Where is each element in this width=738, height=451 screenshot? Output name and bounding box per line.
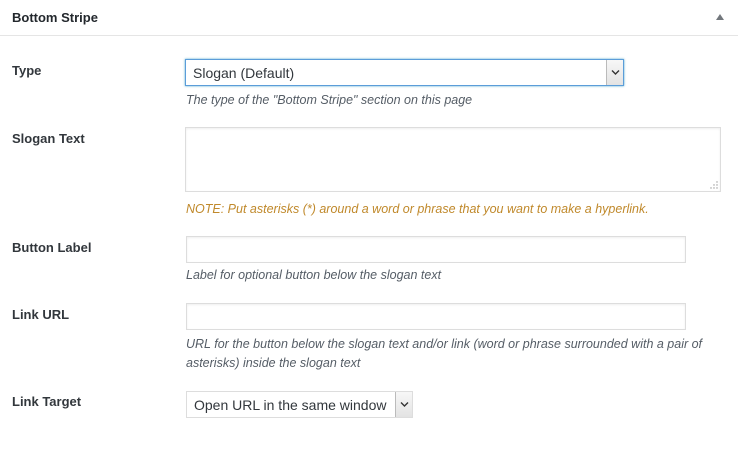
link-url-input[interactable] [186,303,686,330]
bottom-stripe-metabox: Bottom Stripe Type Slogan (Default) The … [0,0,738,451]
link-url-description-line2: asterisks) inside the slogan text [186,356,361,370]
button-label-input[interactable] [186,236,686,263]
type-select[interactable]: Slogan (Default) [185,59,624,86]
button-label-description: Label for optional button below the slog… [186,268,442,282]
slogan-text-note: NOTE: Put asterisks (*) around a word or… [186,202,649,216]
link-target-select[interactable]: Open URL in the same window [186,391,413,418]
link-url-label: Link URL [12,307,70,322]
link-url-description-line1: URL for the button below the slogan text… [186,337,703,351]
type-label: Type [12,63,42,78]
chevron-down-icon[interactable] [606,60,623,85]
link-target-select-value: Open URL in the same window [194,397,387,413]
metabox-header[interactable]: Bottom Stripe [0,0,738,36]
button-label-label: Button Label [12,240,92,255]
type-select-value: Slogan (Default) [193,65,295,81]
resize-handle-icon[interactable] [710,181,718,189]
type-description: The type of the "Bottom Stripe" section … [186,93,473,107]
metabox-title: Bottom Stripe [12,10,98,25]
chevron-down-icon[interactable] [395,392,412,417]
slogan-text-label: Slogan Text [12,131,85,146]
collapse-toggle-icon[interactable] [716,14,724,20]
slogan-text-textarea[interactable] [185,127,721,192]
link-target-label: Link Target [12,394,82,409]
